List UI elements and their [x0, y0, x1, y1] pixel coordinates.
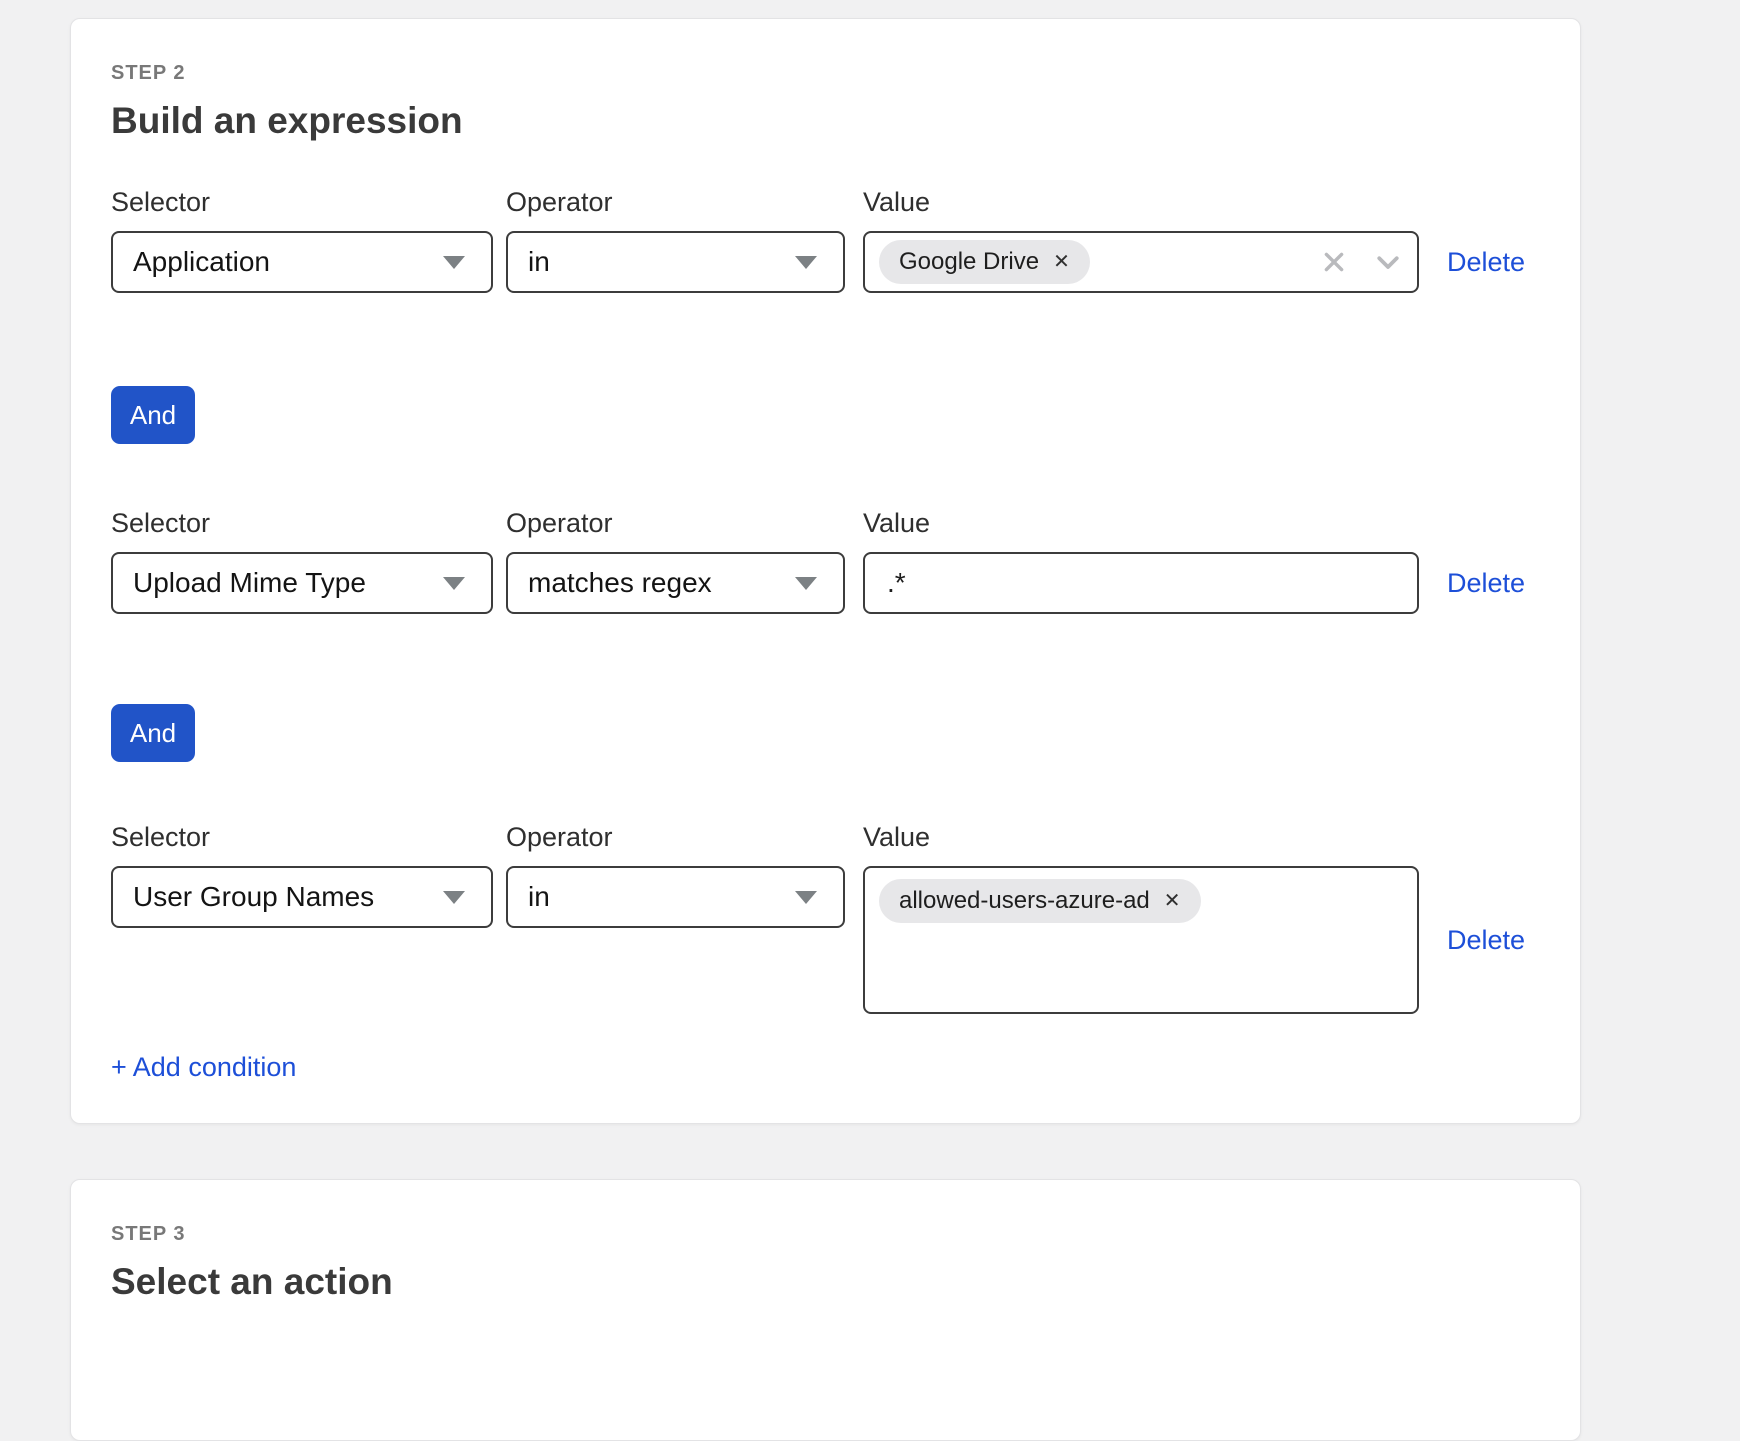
- delete-condition-link[interactable]: Delete: [1447, 925, 1525, 956]
- value-text: .*: [879, 567, 906, 599]
- caret-down-icon: [795, 891, 817, 904]
- selector-dropdown-value: Application: [133, 246, 270, 278]
- delete-condition-link[interactable]: Delete: [1447, 247, 1525, 278]
- operator-column: Operator matches regex: [506, 508, 845, 614]
- selector-label: Selector: [111, 187, 493, 217]
- operator-column: Operator in: [506, 822, 845, 928]
- tag-remove-icon[interactable]: ✕: [1164, 891, 1181, 911]
- tag-remove-icon[interactable]: ✕: [1053, 252, 1070, 272]
- operator-column: Operator in: [506, 187, 845, 293]
- operator-dropdown[interactable]: matches regex: [506, 552, 845, 614]
- selector-dropdown[interactable]: Application: [111, 231, 493, 293]
- caret-down-icon: [443, 577, 465, 590]
- caret-down-icon: [795, 256, 817, 269]
- selector-column: Selector User Group Names: [111, 822, 493, 928]
- and-button[interactable]: And: [111, 704, 195, 762]
- selector-column: Selector Upload Mime Type: [111, 508, 493, 614]
- caret-down-icon: [443, 891, 465, 904]
- delete-wrap: Delete: [1447, 866, 1525, 1014]
- value-label: Value: [863, 508, 1419, 538]
- value-text-input[interactable]: .*: [863, 552, 1419, 614]
- selector-dropdown-value: User Group Names: [133, 881, 374, 913]
- selector-dropdown-value: Upload Mime Type: [133, 567, 366, 599]
- value-column: Value allowed-users-azure-ad ✕: [863, 822, 1419, 1014]
- value-tag: allowed-users-azure-ad ✕: [879, 879, 1201, 923]
- selector-column: Selector Application: [111, 187, 493, 293]
- caret-down-icon: [795, 577, 817, 590]
- selector-label: Selector: [111, 508, 493, 538]
- content-stack: STEP 2 Build an expression Selector Appl…: [70, 18, 1581, 1441]
- add-condition-link[interactable]: + Add condition: [111, 1052, 296, 1082]
- step-3-eyebrow: STEP 3: [111, 1222, 1540, 1246]
- condition-row-1: Selector Application Operator in Value G…: [111, 187, 1540, 293]
- clear-all-icon[interactable]: [1319, 247, 1349, 277]
- build-expression-card: STEP 2 Build an expression Selector Appl…: [70, 18, 1581, 1124]
- value-column: Value Google Drive ✕: [863, 187, 1419, 293]
- chevron-down-icon[interactable]: [1373, 247, 1403, 277]
- policy-builder-page: { "colors": { "accent_blue": "#2154c8", …: [0, 0, 1740, 1290]
- delete-wrap: Delete: [1447, 552, 1525, 614]
- value-multiselect[interactable]: allowed-users-azure-ad ✕: [863, 866, 1419, 1014]
- and-button[interactable]: And: [111, 386, 195, 444]
- build-expression-title: Build an expression: [111, 99, 1540, 143]
- delete-condition-link[interactable]: Delete: [1447, 568, 1525, 599]
- value-tag: Google Drive ✕: [879, 240, 1090, 284]
- select-action-title: Select an action: [111, 1260, 1540, 1304]
- selector-label: Selector: [111, 822, 493, 852]
- operator-dropdown-value: in: [528, 246, 550, 278]
- value-tag-text: Google Drive: [899, 248, 1039, 276]
- operator-dropdown-value: matches regex: [528, 567, 712, 599]
- operator-label: Operator: [506, 187, 845, 217]
- step-2-eyebrow: STEP 2: [111, 61, 1540, 85]
- value-tag-text: allowed-users-azure-ad: [899, 887, 1150, 915]
- value-column: Value .*: [863, 508, 1419, 614]
- selector-dropdown[interactable]: Upload Mime Type: [111, 552, 493, 614]
- value-multiselect[interactable]: Google Drive ✕: [863, 231, 1419, 293]
- add-condition-row: + Add condition: [111, 1052, 1540, 1083]
- select-action-card: STEP 3 Select an action: [70, 1179, 1581, 1441]
- operator-dropdown[interactable]: in: [506, 231, 845, 293]
- condition-row-2: Selector Upload Mime Type Operator match…: [111, 508, 1540, 614]
- operator-dropdown-value: in: [528, 881, 550, 913]
- delete-wrap: Delete: [1447, 231, 1525, 293]
- value-label: Value: [863, 187, 1419, 217]
- caret-down-icon: [443, 256, 465, 269]
- operator-dropdown[interactable]: in: [506, 866, 845, 928]
- value-label: Value: [863, 822, 1419, 852]
- condition-row-3: Selector User Group Names Operator in Va…: [111, 822, 1540, 1014]
- operator-label: Operator: [506, 508, 845, 538]
- selector-dropdown[interactable]: User Group Names: [111, 866, 493, 928]
- operator-label: Operator: [506, 822, 845, 852]
